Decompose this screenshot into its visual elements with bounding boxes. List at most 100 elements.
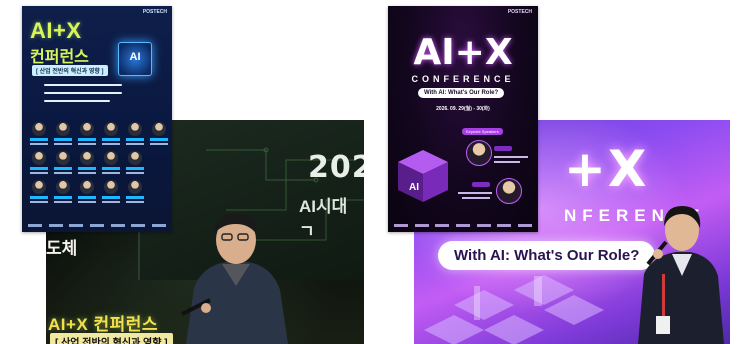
speaker-photo <box>128 151 142 165</box>
info-bar <box>44 92 122 94</box>
screen-slogan: AI시대 ㄱ <box>299 197 348 241</box>
speaker-photo <box>128 122 142 136</box>
speaker-photo <box>466 140 492 166</box>
speaker-photo <box>104 122 118 136</box>
speaker-row <box>30 151 166 174</box>
speaker-photo <box>80 180 94 194</box>
speaker-tag <box>126 196 144 199</box>
speaker-card <box>126 122 144 145</box>
stage-banner-title: AI+X 컨퍼런스 <box>48 315 159 334</box>
sponsor-logos <box>28 224 166 229</box>
speaker-photo <box>32 151 46 165</box>
speaker-name-badge <box>494 146 512 151</box>
poster-title: AI+X <box>413 32 513 73</box>
speaker-tag <box>150 138 168 141</box>
speaker-name-line <box>102 201 120 203</box>
speaker-photo <box>32 122 46 136</box>
speaker-figure <box>181 213 288 344</box>
ai-chip-icon: AI <box>118 42 152 76</box>
poster-theme-pill: With AI: What's Our Role? <box>418 88 505 98</box>
speaker-name-line <box>102 143 120 145</box>
speaker-card <box>54 151 72 174</box>
speaker-tag <box>78 167 96 170</box>
poster-date: 2026. 09. 29(월) - 30(화) <box>436 106 490 112</box>
screen-year: 2025 <box>308 150 364 185</box>
poster-theme: [ 산업 전반의 혁신과 영향 ] <box>32 65 108 76</box>
speaker-tag <box>54 138 72 141</box>
speaker-name-badge <box>472 182 490 187</box>
speaker-name-line <box>126 201 144 203</box>
info-bar <box>44 100 110 102</box>
speaker-name-line <box>30 201 48 203</box>
speaker-card <box>102 180 120 203</box>
speaker-card <box>30 180 48 203</box>
speaker-grid <box>30 122 168 209</box>
speaker-name-line <box>30 143 48 145</box>
speaker-name-line <box>78 201 96 203</box>
speaker-photo <box>104 151 118 165</box>
isometric-floor <box>424 275 604 344</box>
speaker-tag <box>126 167 144 170</box>
speaker-tag <box>30 167 48 170</box>
ai-cube-icon: AI <box>398 150 448 202</box>
speaker-card <box>126 180 144 203</box>
poster-logo: POSTECH <box>507 9 532 15</box>
speaker-tag <box>102 196 120 199</box>
speaker-photo <box>80 122 94 136</box>
speaker-row <box>30 122 168 145</box>
banner-fragment: 도체 <box>46 239 78 258</box>
speaker-name-line <box>54 143 72 145</box>
speaker-tag <box>78 196 96 199</box>
speaker-tag <box>30 196 48 199</box>
poster-conference: CONFERENCE <box>411 74 515 84</box>
info-bar <box>44 84 122 86</box>
speaker-photo <box>56 180 70 194</box>
speaker-photo <box>152 122 166 136</box>
speaker-photo <box>128 180 142 194</box>
left-poster: POSTECH AI+X 컨퍼런스 [ 산업 전반의 혁신과 영향 ] AI <box>22 6 172 232</box>
chip-label: AI <box>129 51 141 63</box>
stage-banner-subtitle: [ 산업 전반의 혁신과 영향 ] <box>50 333 173 344</box>
speaker-card <box>30 122 48 145</box>
speaker-tag <box>78 138 96 141</box>
speaker-card <box>150 122 168 145</box>
speaker-card <box>78 151 96 174</box>
poster-subtitle: 컨퍼런스 <box>30 49 89 66</box>
poster-title: AI+X <box>30 18 82 43</box>
speaker-tag <box>126 138 144 141</box>
screen-theme-pill: With AI: What's Our Role? <box>438 241 656 270</box>
speaker-affiliation-line <box>458 192 492 194</box>
cube-label: AI <box>409 182 419 193</box>
speaker-affiliation-line <box>494 156 528 158</box>
speaker-card <box>126 151 144 174</box>
speaker-card <box>102 122 120 145</box>
speaker-tag <box>54 167 72 170</box>
keynote-badge: Keynote Speakers <box>462 128 503 135</box>
speaker-row <box>30 180 166 203</box>
speaker-name-line <box>54 172 72 174</box>
speaker-photo <box>56 151 70 165</box>
speaker-name-line <box>102 172 120 174</box>
speaker-card <box>78 122 96 145</box>
speaker-tag <box>30 138 48 141</box>
speaker-name-line <box>126 143 144 145</box>
poster-logo: POSTECH <box>142 9 167 15</box>
speaker-name-line <box>54 201 72 203</box>
speaker-photo <box>80 151 94 165</box>
speaker-photo <box>32 180 46 194</box>
speaker-photo <box>56 122 70 136</box>
speaker-figure <box>638 206 724 344</box>
speaker-affiliation-line <box>462 197 490 199</box>
speaker-name-line <box>126 172 144 174</box>
speaker-photo <box>104 180 118 194</box>
speaker-card <box>78 180 96 203</box>
speaker-affiliation-line <box>494 161 520 163</box>
speaker-card <box>102 151 120 174</box>
screen-title: +X <box>564 140 649 198</box>
speaker-card <box>54 122 72 145</box>
sponsor-logos <box>394 224 532 228</box>
speaker-card <box>54 180 72 203</box>
speaker-tag <box>102 138 120 141</box>
speaker-name-line <box>150 143 168 145</box>
speaker-name-line <box>30 172 48 174</box>
